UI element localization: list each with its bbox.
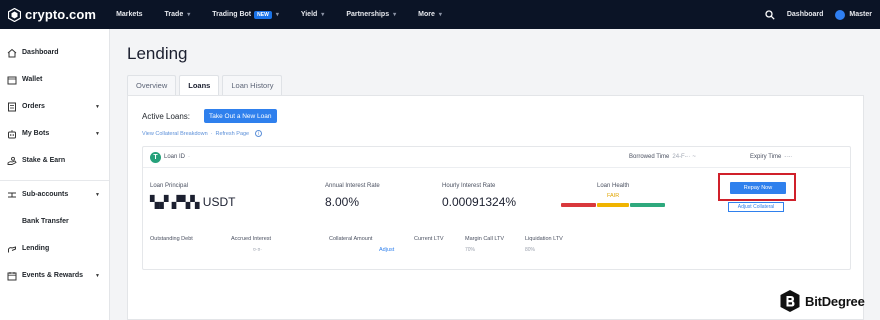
loan-card: T Loan ID · Borrowed Time 24-F-·· ~ Expiry… <box>142 146 851 270</box>
nav-more[interactable]: More ▾ <box>418 11 442 18</box>
active-loans-label: Active Loans: <box>142 112 191 121</box>
bitdegree-logo-icon <box>780 290 800 312</box>
tab-loans[interactable]: Loans <box>179 75 220 95</box>
outstanding-debt-label: Outstanding Debt <box>150 236 193 242</box>
collateral-amount-label: Collateral Amount <box>329 236 373 242</box>
loan-health-value: FAIR <box>607 193 620 199</box>
sidebar-item-my-bots[interactable]: My Bots ▼ <box>0 120 109 147</box>
events-icon <box>6 270 17 281</box>
sidebar-item-wallet[interactable]: Wallet <box>0 66 109 93</box>
chevron-down-icon: ▾ <box>393 12 397 18</box>
info-icon[interactable]: i <box>255 130 263 137</box>
new-badge: NEW <box>254 10 272 19</box>
hourly-rate-label: Hourly Interest Rate <box>442 183 496 189</box>
health-segment-green <box>630 203 665 207</box>
loan-principal-label: Loan Principal <box>150 183 189 189</box>
annual-rate-label: Annual Interest Rate <box>325 183 380 189</box>
loan-health-label: Loan Health <box>597 183 630 189</box>
sidebar-item-orders[interactable]: Orders ▼ <box>0 93 109 120</box>
expiry-time: Expiry Time -·-· <box>750 154 793 160</box>
sidebar-item-bank-transfer[interactable]: Bank Transfer <box>0 208 109 235</box>
sidebar-item-events-rewards[interactable]: Events & Rewards ▼ <box>0 262 109 289</box>
sidebar-item-lending[interactable]: Lending <box>0 235 109 262</box>
chevron-down-icon: ▾ <box>321 12 325 18</box>
nav-trading-bot[interactable]: Trading Bot NEW ▾ <box>212 10 279 19</box>
caret-down-icon: ▼ <box>95 130 100 137</box>
refresh-page-link[interactable]: Refresh Page <box>215 131 249 137</box>
nav-trade[interactable]: Trade ▾ <box>165 11 191 18</box>
repay-now-button[interactable]: Repay Now <box>730 182 786 194</box>
loan-health-bar <box>561 203 666 207</box>
search-icon[interactable] <box>765 9 775 20</box>
stake-icon <box>6 155 17 166</box>
annual-rate-value: 8.00% <box>325 195 360 209</box>
sidebar: Dashboard Wallet Orders ▼ My Bots ▼ Stak… <box>0 29 110 320</box>
sub-accounts-icon <box>6 189 17 200</box>
sub-links: View Collateral Breakdown · Refresh Page… <box>142 130 263 137</box>
loans-panel: Active Loans: Take Out a New Loan View C… <box>127 95 864 320</box>
sidebar-item-stake-earn[interactable]: Stake & Earn <box>0 147 109 174</box>
bank-icon <box>6 216 17 227</box>
borrowed-time: Borrowed Time 24-F-·· ~ <box>629 154 696 160</box>
liquidation-ltv-label: Liquidation LTV <box>525 236 563 242</box>
health-segment-yellow <box>596 203 630 207</box>
logo-text: crypto.com <box>25 7 97 22</box>
caret-down-icon: ▼ <box>95 272 100 279</box>
avatar[interactable] <box>835 9 846 20</box>
nav-markets[interactable]: Markets <box>116 11 142 18</box>
margin-call-ltv-value: 70% <box>465 247 476 253</box>
bot-icon <box>6 128 17 139</box>
chevron-down-icon: ▾ <box>187 12 191 18</box>
health-segment-red <box>561 203 596 207</box>
crypto-logo-icon <box>8 7 21 22</box>
sidebar-item-dashboard[interactable]: Dashboard <box>0 39 109 66</box>
take-out-loan-button[interactable]: Take Out a New Loan <box>204 109 277 123</box>
accrued-interest-label: Accrued Interest <box>231 236 272 242</box>
tab-overview[interactable]: Overview <box>127 75 177 95</box>
chevron-down-icon: ▾ <box>275 12 279 18</box>
page-title: Lending <box>127 44 188 63</box>
watermark-text: BitDegree <box>805 293 865 309</box>
nav-dashboard[interactable]: Dashboard <box>787 11 824 18</box>
tab-bar: Overview Loans Loan History <box>127 75 285 95</box>
caret-down-icon: ▼ <box>95 191 100 198</box>
nav-partnerships[interactable]: Partnerships ▾ <box>346 11 396 18</box>
margin-call-ltv-label: Margin Call LTV <box>465 236 505 242</box>
orders-icon <box>6 101 17 112</box>
sidebar-item-sub-accounts[interactable]: Sub-accounts ▼ <box>0 181 109 208</box>
lending-icon <box>6 243 17 254</box>
crypto-com-logo[interactable]: crypto.com <box>8 7 96 22</box>
bitdegree-watermark: BitDegree <box>779 289 865 313</box>
loan-principal-value: ▚▞ ▞▚▚ USDT <box>150 195 236 209</box>
chevron-down-icon: ▾ <box>438 12 442 18</box>
view-collateral-breakdown-link[interactable]: View Collateral Breakdown <box>142 131 208 137</box>
current-ltv-label: Current LTV <box>414 236 444 242</box>
loan-id: Loan ID · <box>164 154 191 160</box>
liquidation-ltv-value: 80% <box>525 247 536 253</box>
hourly-rate-value: 0.00091324% <box>442 195 517 209</box>
accrued-interest-value: ¤·¤· <box>253 247 262 253</box>
adjust-collateral-link[interactable]: Adjust <box>379 247 394 253</box>
top-nav: crypto.com Markets Trade ▾ Trading Bot NEW… <box>0 0 880 29</box>
wallet-icon <box>6 74 17 85</box>
home-icon <box>6 47 17 58</box>
adjust-collateral-button[interactable]: Adjust Collateral <box>728 202 784 212</box>
tether-icon: T <box>150 152 161 163</box>
loan-card-header: T Loan ID · Borrowed Time 24-F-·· ~ Expiry… <box>143 147 850 168</box>
caret-down-icon: ▼ <box>95 103 100 110</box>
nav-user-menu[interactable]: Master <box>849 11 872 18</box>
nav-yield[interactable]: Yield ▾ <box>301 11 324 18</box>
tab-loan-history[interactable]: Loan History <box>222 75 283 95</box>
